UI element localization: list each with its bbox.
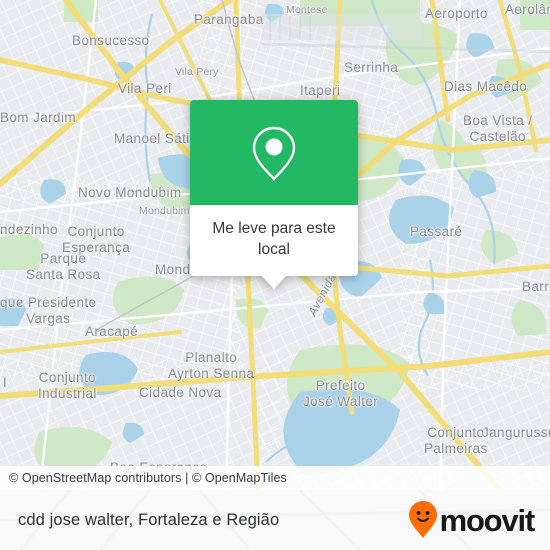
callout-inner: Me leve para este local [190, 100, 358, 277]
map-viewport[interactable]: ParangabaMonteseAeroportoAerolândiaBonsu… [0, 0, 550, 490]
callout-pointer [261, 275, 287, 290]
moovit-logo[interactable]: moovit [408, 500, 536, 540]
map-callout[interactable]: Me leve para este local [190, 100, 358, 290]
callout-message: Me leve para este local [190, 205, 358, 277]
callout-header [190, 100, 358, 205]
moovit-wordmark: moovit [439, 502, 536, 538]
location-title: cdd jose walter, Fortaleza e Região [18, 510, 280, 529]
attribution-text: © OpenStreetMap contributors | © OpenMap… [9, 471, 287, 485]
map-attribution: © OpenStreetMap contributors | © OpenMap… [0, 466, 550, 490]
location-pin-icon [252, 126, 296, 181]
footer-bar: cdd jose walter, Fortaleza e Região moov… [0, 490, 550, 550]
moovit-smiley-pin-icon [408, 501, 437, 538]
map-screen: ParangabaMonteseAeroportoAerolândiaBonsu… [0, 0, 550, 550]
